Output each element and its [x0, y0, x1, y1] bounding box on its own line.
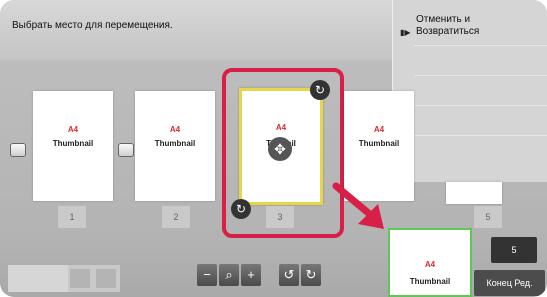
nav-buttons[interactable]: [68, 265, 120, 292]
page-thumbnail-5[interactable]: [446, 182, 502, 204]
rotate-icon[interactable]: ↻: [231, 199, 251, 219]
screen: Выбрать место для перемещения. ▮▶ Отмени…: [0, 0, 547, 297]
rotate-left-button[interactable]: ↺: [279, 264, 299, 286]
page-size-label: A4: [373, 125, 385, 134]
play-icon: ▮▶: [400, 28, 411, 37]
cancel-return-label: Отменить и Возвратиться: [416, 14, 480, 37]
instruction-text: Выбрать место для перемещения.: [12, 20, 173, 31]
insert-checkbox[interactable]: [10, 143, 26, 157]
page-thumbnail-2[interactable]: A4 Thumbnail: [135, 91, 215, 201]
side-row: [414, 75, 547, 105]
page-count: 5: [491, 237, 537, 263]
nav-prev-button[interactable]: [70, 269, 90, 288]
rotate-right-button[interactable]: ↻: [301, 264, 321, 286]
preview-area: [8, 265, 68, 292]
page-label: Thumbnail: [154, 139, 196, 148]
page-size-label: A4: [424, 260, 436, 269]
page-number-5: 5: [474, 206, 502, 228]
rotate-icon[interactable]: ↻: [310, 80, 330, 100]
page-label: Thumbnail: [409, 277, 451, 286]
page-size-label: A4: [169, 125, 181, 134]
side-row: [414, 105, 547, 135]
side-panel-rows: [414, 45, 547, 165]
page-number-1: 1: [58, 206, 86, 228]
end-edit-button[interactable]: Конец Ред.: [474, 270, 545, 296]
page-label: Thumbnail: [358, 139, 400, 148]
nav-next-button[interactable]: [96, 269, 116, 288]
page-thumbnail-1[interactable]: A4 Thumbnail: [33, 91, 113, 201]
cancel-return-button[interactable]: ▮▶ Отменить и Возвратиться: [394, 14, 547, 46]
zoom-button[interactable]: ⌕: [219, 264, 239, 286]
move-arrow-icon: [332, 182, 384, 229]
page-number-2: 2: [162, 206, 190, 228]
drag-preview-page: A4 Thumbnail: [388, 228, 472, 297]
side-row: [414, 45, 547, 75]
page-label: Thumbnail: [52, 139, 94, 148]
insert-checkbox[interactable]: [118, 143, 134, 157]
move-icon[interactable]: ✥: [268, 137, 292, 161]
page-size-label: A4: [67, 125, 79, 134]
side-row: [414, 135, 547, 165]
zoom-in-button[interactable]: +: [241, 264, 261, 286]
zoom-out-button[interactable]: −: [197, 264, 217, 286]
